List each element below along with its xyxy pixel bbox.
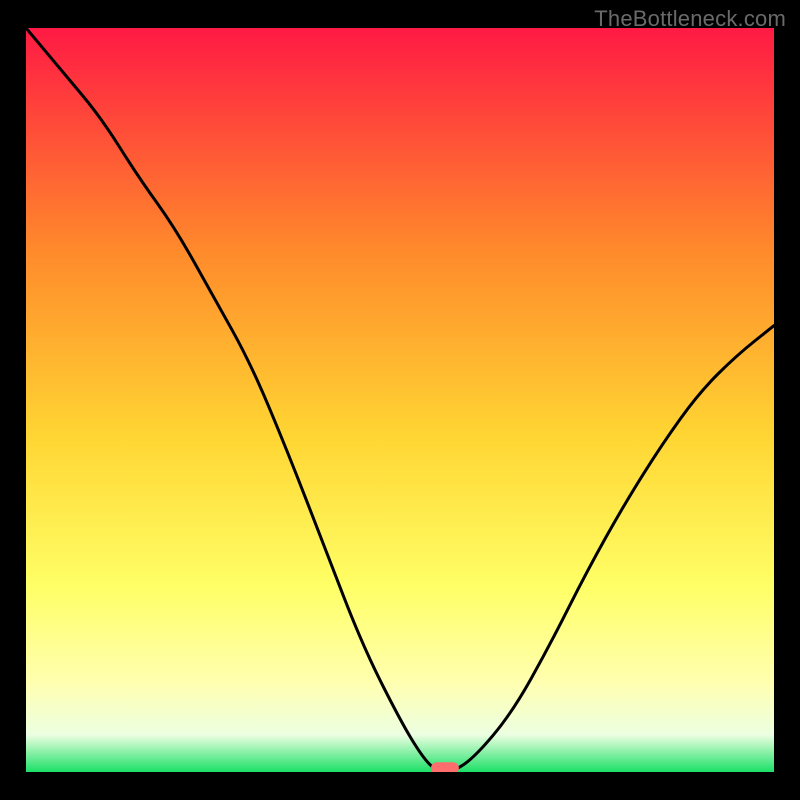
chart-frame: TheBottleneck.com: [0, 0, 800, 800]
plot-area: [26, 28, 774, 772]
bottleneck-chart: [26, 28, 774, 772]
gradient-background: [26, 28, 774, 772]
optimal-point-marker: [431, 762, 459, 772]
